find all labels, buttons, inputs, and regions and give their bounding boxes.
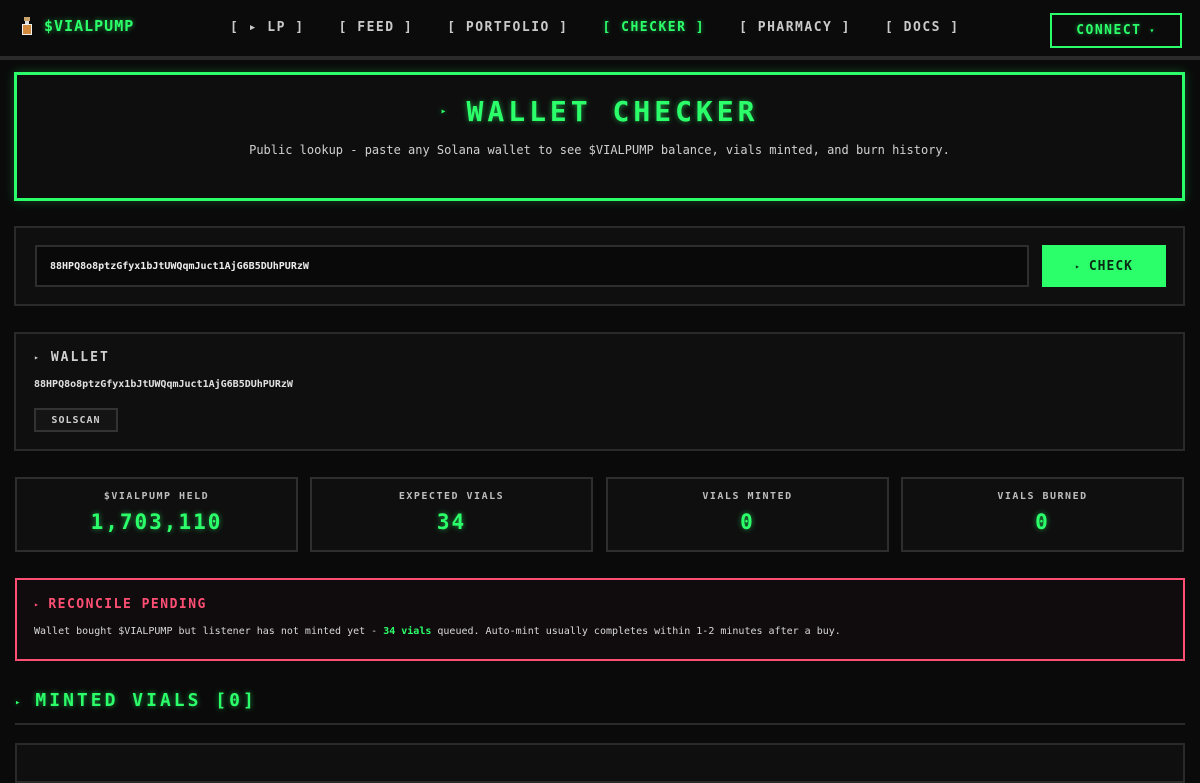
hero-banner: ▸ WALLET CHECKER Public lookup - paste a…: [14, 72, 1185, 201]
reconcile-heading: ▸ RECONCILE PENDING: [34, 597, 207, 612]
arrow-icon: ▸: [440, 106, 451, 117]
vial-icon: [20, 17, 34, 35]
nav-links: [ ▸ LP ] [ FEED ] [ PORTFOLIO ] [ CHECKE…: [230, 20, 994, 40]
nav-link-checker[interactable]: [ CHECKER ]: [603, 20, 706, 40]
reconcile-alert: ▸ RECONCILE PENDING Wallet bought $VIALP…: [15, 578, 1185, 661]
wallet-address-input[interactable]: [35, 245, 1029, 287]
connect-label: CONNECT: [1076, 23, 1142, 38]
reconcile-message: Wallet bought $VIALPUMP but listener has…: [34, 626, 841, 637]
solscan-button[interactable]: SOLSCAN: [34, 408, 118, 432]
check-label: CHECK: [1088, 258, 1133, 274]
stat-label: VIALS BURNED: [997, 491, 1088, 502]
minted-vials-heading: ▸ MINTED VIALS [0]: [15, 690, 257, 711]
reconcile-text-after: queued. Auto-mint usually completes with…: [431, 626, 841, 637]
wallet-heading-text: WALLET: [50, 350, 110, 365]
connect-button[interactable]: CONNECT ▾: [1050, 13, 1182, 48]
wallet-heading: ▸ WALLET: [34, 350, 110, 365]
stat-label: EXPECTED VIALS: [398, 491, 505, 502]
stat-label: VIALS MINTED: [702, 491, 793, 502]
check-button[interactable]: ▸ CHECK: [1042, 245, 1166, 287]
arrow-icon: ▸: [15, 698, 24, 708]
stat-card-vials-burned: VIALS BURNED 0: [901, 477, 1184, 552]
minted-vials-panel: [15, 743, 1185, 783]
divider: [15, 723, 1185, 725]
arrow-icon: ▸: [1075, 261, 1081, 271]
stat-value: 1,703,110: [90, 510, 223, 534]
wallet-address: 88HPQ8o8ptzGfyx1bJtUWQqmJuct1AjG6B5DUhPU…: [34, 379, 293, 390]
nav-link-portfolio[interactable]: [ PORTFOLIO ]: [447, 20, 568, 40]
arrow-icon: ▸: [34, 353, 41, 362]
page-title-text: WALLET CHECKER: [466, 95, 759, 128]
stat-card-vials-minted: VIALS MINTED 0: [606, 477, 889, 552]
nav-link-lp[interactable]: [ ▸ LP ]: [230, 20, 305, 40]
stat-card-held: $VIALPUMP HELD 1,703,110: [15, 477, 298, 552]
stat-value: 0: [1035, 510, 1050, 534]
arrow-icon: ▸: [34, 600, 41, 609]
queued-vials-count: 34 vials: [383, 626, 432, 637]
nav-link-docs[interactable]: [ DOCS ]: [885, 20, 960, 40]
wallet-panel: ▸ WALLET 88HPQ8o8ptzGfyx1bJtUWQqmJuct1Aj…: [14, 332, 1185, 451]
nav-link-pharmacy[interactable]: [ PHARMACY ]: [739, 20, 851, 40]
reconcile-heading-text: RECONCILE PENDING: [48, 597, 207, 612]
nav-link-feed[interactable]: [ FEED ]: [339, 20, 414, 40]
reconcile-text-before: Wallet bought $VIALPUMP but listener has…: [34, 626, 384, 637]
stat-value: 34: [436, 510, 467, 534]
top-nav: $VIALPUMP [ ▸ LP ] [ FEED ] [ PORTFOLIO …: [0, 0, 1200, 60]
brand[interactable]: $VIALPUMP: [20, 16, 134, 36]
stat-value: 0: [740, 510, 755, 534]
page-title: ▸ WALLET CHECKER: [17, 95, 1182, 128]
stat-card-expected-vials: EXPECTED VIALS 34: [310, 477, 593, 552]
checker-panel: ▸ CHECK: [14, 226, 1185, 306]
minted-vials-heading-text: MINTED VIALS [0]: [35, 690, 257, 711]
brand-name: $VIALPUMP: [44, 17, 135, 35]
chevron-down-icon: ▾: [1149, 26, 1156, 35]
page-subtitle: Public lookup - paste any Solana wallet …: [249, 143, 950, 157]
stat-label: $VIALPUMP HELD: [103, 491, 210, 502]
